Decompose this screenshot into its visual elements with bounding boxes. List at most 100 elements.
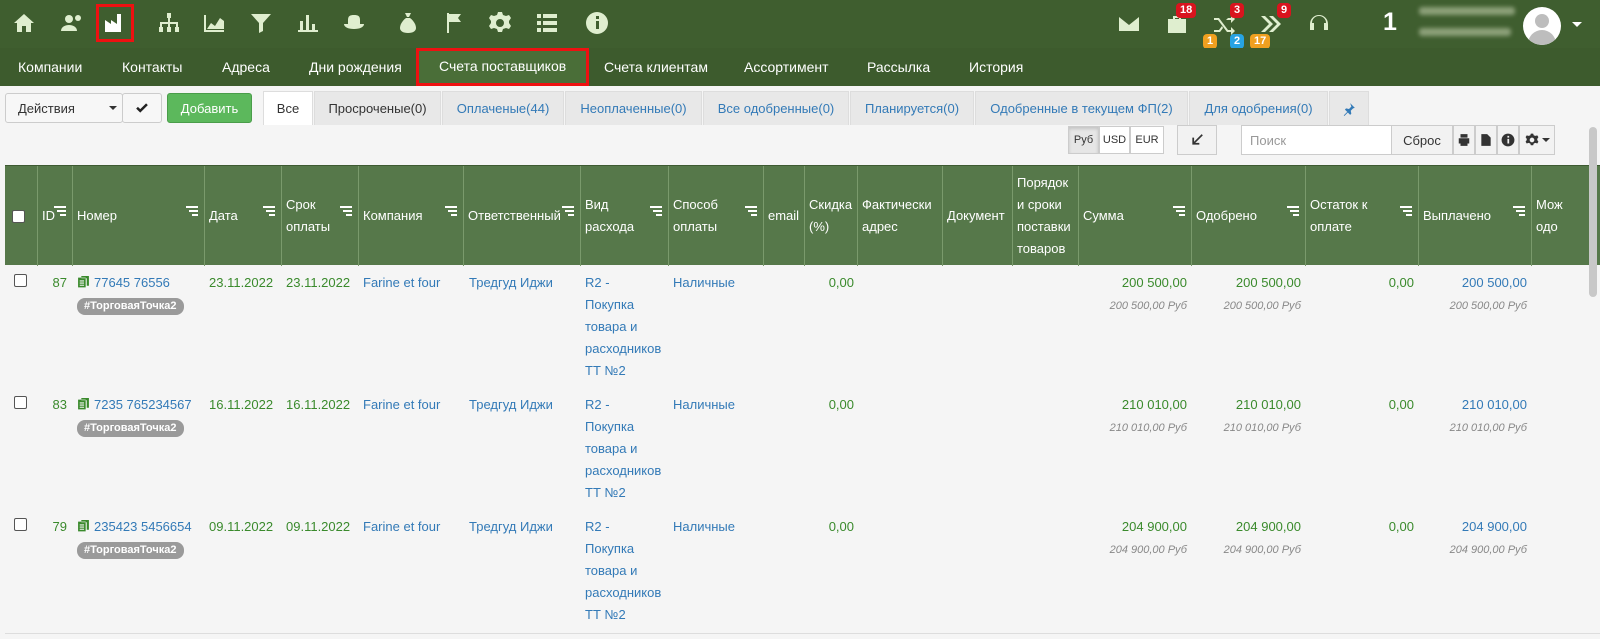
- responsible-link[interactable]: Тредгуд Иджи: [469, 272, 553, 294]
- company-link[interactable]: Farine et four: [363, 272, 440, 294]
- list-icon[interactable]: [530, 6, 564, 40]
- col-discount[interactable]: Скидка (%): [804, 166, 857, 266]
- actions-dropdown[interactable]: Действия: [5, 93, 123, 123]
- invoice-number-link[interactable]: 235423 5456654: [94, 519, 192, 534]
- company-link[interactable]: Farine et four: [363, 394, 440, 416]
- payment-method-link[interactable]: Наличные: [673, 272, 735, 294]
- col-responsible[interactable]: Ответственный: [463, 166, 580, 266]
- nav-companies[interactable]: Компании: [18, 48, 82, 86]
- contacts-icon[interactable]: [55, 6, 89, 40]
- nav-mailing[interactable]: Рассылка: [867, 48, 930, 86]
- col-email[interactable]: email: [763, 166, 804, 266]
- pin-tab[interactable]: [1329, 91, 1369, 125]
- row-number-cell: 7235 765234567 #ТорговаяТочка2: [77, 394, 205, 438]
- document-icon: [77, 518, 90, 532]
- tab-for-approval[interactable]: Для одобрения(0): [1189, 91, 1328, 125]
- paid-link[interactable]: 204 900,00: [1462, 519, 1527, 534]
- expense-type-link[interactable]: R2 - Покупка товара и расходников ТТ №2: [585, 272, 661, 382]
- tag-badge[interactable]: #ТорговаяТочка2: [77, 542, 184, 559]
- add-button[interactable]: Добавить: [167, 93, 252, 123]
- nav-client-invoices[interactable]: Счета клиентам: [604, 48, 708, 86]
- row-checkbox[interactable]: [14, 274, 27, 287]
- payment-method-link[interactable]: Наличные: [673, 394, 735, 416]
- col-number[interactable]: Номер: [72, 166, 204, 266]
- paid-link[interactable]: 210 010,00: [1462, 397, 1527, 412]
- tab-approved-current-fp[interactable]: Одобренные в текущем ФП(2): [975, 91, 1188, 125]
- info-icon[interactable]: [580, 6, 614, 40]
- col-expense-type[interactable]: Вид расхода: [580, 166, 668, 266]
- row-remaining: 0,00: [1388, 519, 1414, 534]
- expense-type-link[interactable]: R2 - Покупка товара и расходников ТТ №2: [585, 394, 661, 504]
- flags-icon[interactable]: [437, 6, 471, 40]
- nav-history[interactable]: История: [969, 48, 1023, 86]
- col-actual-address[interactable]: Фактически адрес: [857, 166, 942, 266]
- tab-all-approved[interactable]: Все одобренные(0): [703, 91, 849, 125]
- tab-all[interactable]: Все: [263, 91, 313, 125]
- counter[interactable]: 1: [1383, 8, 1397, 37]
- tab-paid[interactable]: Оплаченые(44): [442, 91, 564, 125]
- envelope-icon[interactable]: [1113, 8, 1145, 40]
- info-button[interactable]: [1497, 125, 1519, 155]
- currency-rub[interactable]: Руб: [1068, 126, 1099, 154]
- nav-birthdays[interactable]: Дни рождения: [309, 48, 402, 86]
- row-id: 87: [52, 275, 67, 290]
- col-document[interactable]: Документ: [942, 166, 1012, 266]
- paid-link[interactable]: 200 500,00: [1462, 275, 1527, 290]
- col-paid[interactable]: Выплачено: [1418, 166, 1531, 266]
- col-sum[interactable]: Сумма: [1078, 166, 1191, 266]
- select-all-checkbox[interactable]: [12, 209, 25, 223]
- col-date[interactable]: Дата: [204, 166, 281, 266]
- user-menu-chevron-down-icon[interactable]: [1572, 22, 1582, 27]
- responsible-link[interactable]: Тредгуд Иджи: [469, 394, 553, 416]
- currency-usd[interactable]: USD: [1099, 126, 1130, 154]
- factory-icon[interactable]: [96, 4, 134, 42]
- export-button[interactable]: [1475, 125, 1497, 155]
- tag-badge[interactable]: #ТорговаяТочка2: [77, 420, 184, 437]
- col-due-date[interactable]: Срок оплаты: [281, 166, 358, 266]
- collapse-button[interactable]: [1177, 125, 1217, 155]
- company-link[interactable]: Farine et four: [363, 516, 440, 538]
- responsible-link[interactable]: Тредгуд Иджи: [469, 516, 553, 538]
- reset-button[interactable]: Сброс: [1391, 125, 1453, 155]
- col-remaining[interactable]: Остаток к оплате: [1305, 166, 1418, 266]
- table-row[interactable]: 79 235423 5456654 #ТорговаяТочка2 09.11.…: [5, 510, 1600, 634]
- col-delivery-order[interactable]: Порядок и сроки поставки товаров: [1012, 166, 1078, 266]
- funnel-icon[interactable]: [244, 6, 278, 40]
- tab-planned[interactable]: Планируется(0): [850, 91, 974, 125]
- structure-icon[interactable]: [152, 6, 186, 40]
- payment-method-link[interactable]: Наличные: [673, 516, 735, 538]
- nav-supplier-invoices[interactable]: Счета поставщиков: [416, 48, 590, 86]
- area-chart-icon[interactable]: [197, 6, 231, 40]
- invoice-number-link[interactable]: 7235 765234567: [94, 397, 192, 412]
- hat-icon[interactable]: [337, 6, 371, 40]
- vertical-scrollbar[interactable]: [1589, 127, 1597, 297]
- info-circle-icon: [1501, 133, 1515, 147]
- invoice-number-link[interactable]: 77645 76556: [94, 275, 170, 290]
- col-payment-method[interactable]: Способ оплаты: [668, 166, 763, 266]
- bar-chart-icon[interactable]: [291, 6, 325, 40]
- currency-eur[interactable]: EUR: [1130, 126, 1164, 154]
- home-icon[interactable]: [7, 6, 41, 40]
- row-checkbox[interactable]: [14, 518, 27, 531]
- expense-type-link[interactable]: R2 - Покупка товара и расходников ТТ №2: [585, 516, 661, 626]
- check-icon: [136, 103, 148, 113]
- nav-contacts[interactable]: Контакты: [122, 48, 182, 86]
- table-row[interactable]: 87 77645 76556 #ТорговаяТочка2 23.11.202…: [5, 266, 1600, 390]
- nav-assortment[interactable]: Ассортимент: [744, 48, 829, 86]
- settings-dropdown[interactable]: [1519, 125, 1555, 155]
- table-row[interactable]: 83 7235 765234567 #ТорговаяТочка2 16.11.…: [5, 388, 1600, 512]
- gear-icon[interactable]: [483, 6, 517, 40]
- apply-check-button[interactable]: [122, 93, 162, 123]
- col-id[interactable]: ID: [37, 166, 72, 266]
- avatar[interactable]: [1523, 7, 1561, 45]
- headset-icon[interactable]: [1303, 8, 1335, 40]
- money-bag-icon[interactable]: [391, 6, 425, 40]
- nav-addresses[interactable]: Адреса: [222, 48, 270, 86]
- col-approved[interactable]: Одобрено: [1191, 166, 1305, 266]
- tab-unpaid[interactable]: Неоплаченные(0): [565, 91, 702, 125]
- tab-overdue[interactable]: Просроченые(0): [314, 91, 441, 125]
- col-company[interactable]: Компания: [358, 166, 463, 266]
- tag-badge[interactable]: #ТорговаяТочка2: [77, 298, 184, 315]
- row-checkbox[interactable]: [14, 396, 27, 409]
- print-button[interactable]: [1453, 125, 1475, 155]
